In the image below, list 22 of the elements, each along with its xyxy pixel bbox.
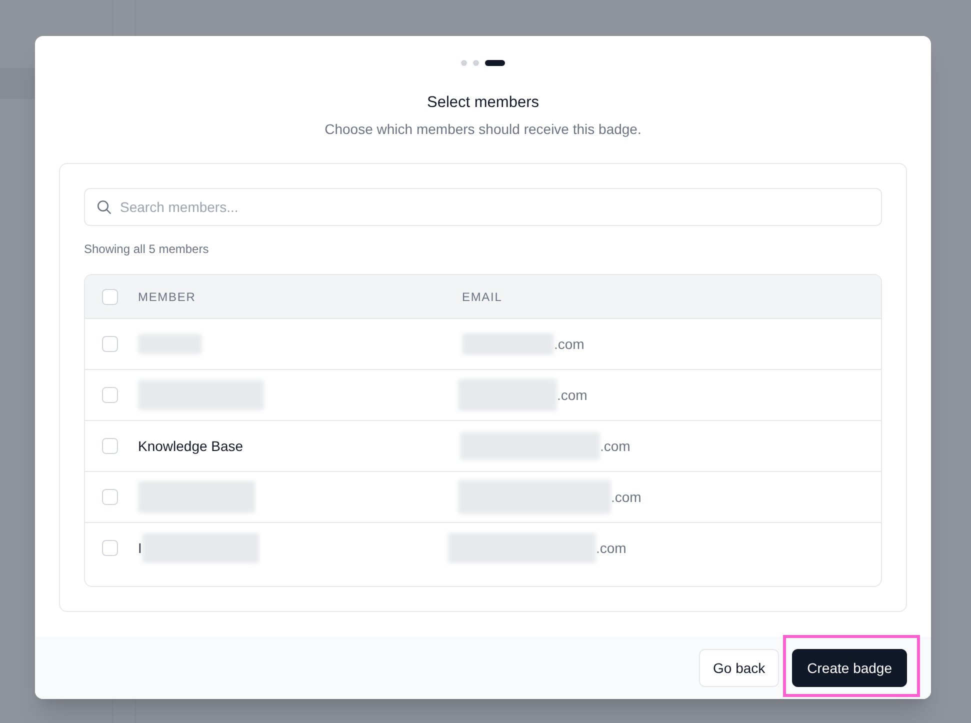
member-email: .com	[611, 488, 642, 507]
search-field[interactable]: Search members...	[84, 188, 882, 226]
column-header: EMAIL	[462, 288, 502, 304]
member-name: Knowledge Base	[138, 437, 244, 456]
member-email: .com	[600, 437, 630, 456]
create-badge-button[interactable]: Create badge	[792, 649, 907, 687]
search-icon	[97, 200, 111, 214]
checkbox[interactable]	[102, 438, 118, 454]
member-email: .com	[596, 539, 626, 558]
checkbox[interactable]	[102, 387, 118, 403]
column-header: MEMBER	[138, 288, 197, 304]
checkbox[interactable]	[102, 288, 118, 304]
dialog-subtitle: Choose which members should receive this badge.	[324, 120, 642, 139]
result-count: Showing all 5 members	[84, 241, 210, 257]
checkbox[interactable]	[102, 540, 118, 556]
dialog-title: Select members	[427, 93, 539, 113]
back-button[interactable]: Go back	[699, 649, 780, 687]
member-name: I	[138, 539, 142, 558]
member-email: .com	[554, 335, 584, 354]
member-email: .com	[557, 386, 588, 405]
checkbox[interactable]	[102, 336, 118, 352]
checkbox[interactable]	[102, 489, 118, 505]
